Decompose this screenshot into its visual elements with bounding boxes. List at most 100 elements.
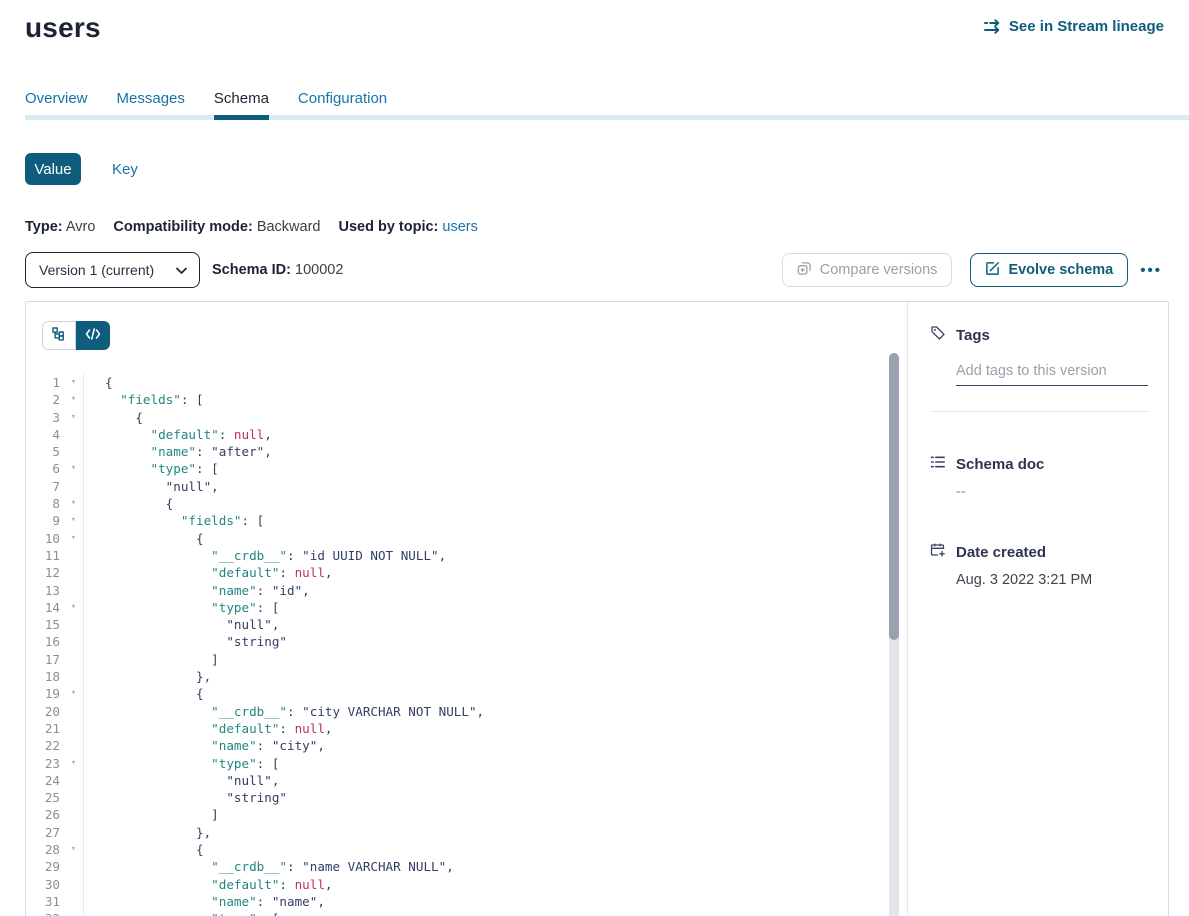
fold-toggle-icon[interactable]: ▾ [64,530,83,547]
code-line: 27 }, [26,824,907,841]
line-number: 2 [26,391,64,408]
code-editor: 1▾{2▾ "fields": [3▾ {4 "default": null,5… [26,374,907,916]
code-line-text: { [84,685,204,702]
code-line: 31 "name": "name", [26,893,907,910]
line-number: 17 [26,651,64,668]
tab-overview[interactable]: Overview [25,90,88,120]
line-number: 14 [26,599,64,616]
code-line: 9▾ "fields": [ [26,512,907,529]
code-line-text: ] [84,806,219,823]
code-line: 29 "__crdb__": "name VARCHAR NULL", [26,858,907,875]
line-number: 20 [26,703,64,720]
code-line-text: "string" [84,789,287,806]
line-number: 6 [26,460,64,477]
line-number: 16 [26,633,64,650]
fold-toggle-icon[interactable]: ▾ [64,685,83,702]
code-line-text: "null", [84,772,279,789]
fold-spacer [64,720,83,737]
fold-toggle-icon[interactable]: ▾ [64,512,83,529]
fold-toggle-icon[interactable]: ▾ [64,755,83,772]
line-number: 25 [26,789,64,806]
evolve-schema-button[interactable]: Evolve schema [970,253,1128,287]
line-number: 15 [26,616,64,633]
fold-toggle-icon[interactable]: ▾ [64,495,83,512]
version-select[interactable]: Version 1 (current) [25,252,200,288]
code-line-text: "null", [84,478,219,495]
code-line: 2▾ "fields": [ [26,391,907,408]
tab-schema[interactable]: Schema [214,90,269,120]
fold-spacer [64,772,83,789]
value-toggle-button[interactable]: Value [25,153,81,185]
tab-configuration[interactable]: Configuration [298,90,387,120]
code-line-text: { [84,374,113,391]
compare-versions-icon [797,261,812,280]
line-number: 1 [26,374,64,391]
code-line-text: "type": [ [84,599,279,616]
code-line-text: "name": "name", [84,893,325,910]
meta-compatibility: Compatibility mode: Backward [113,219,320,235]
scrollbar-track[interactable] [889,353,899,916]
code-line: 22 "name": "city", [26,737,907,754]
fold-spacer [64,564,83,581]
fold-toggle-icon[interactable]: ▾ [64,391,83,408]
scrollbar-thumb[interactable] [889,353,899,640]
line-number: 22 [26,737,64,754]
fold-spacer [64,893,83,910]
code-view-button[interactable] [76,321,110,350]
fold-spacer [64,824,83,841]
code-line-text: }, [84,668,211,685]
tree-view-button[interactable] [42,321,76,350]
code-line-text: { [84,530,204,547]
topic-users-link[interactable]: users [442,219,477,235]
code-line: 16 "string" [26,633,907,650]
fold-toggle-icon[interactable]: ▾ [64,460,83,477]
fold-toggle-icon[interactable]: ▾ [64,910,83,916]
list-icon [930,454,946,475]
compare-versions-button[interactable]: Compare versions [782,253,953,287]
line-number: 29 [26,858,64,875]
date-created-title: Date created [956,544,1046,561]
more-actions-button[interactable]: ••• [1138,256,1164,285]
code-line-text: "type": [ [84,460,219,477]
code-line: 14▾ "type": [ [26,599,907,616]
tab-messages[interactable]: Messages [117,90,185,120]
line-number: 32 [26,910,64,916]
meta-topic: Used by topic: users [338,219,477,235]
add-tags-input[interactable] [956,360,1148,386]
sidebar-divider [930,411,1148,412]
stream-lineage-link[interactable]: See in Stream lineage [984,18,1164,35]
editor-view-toggle [42,321,110,350]
code-line: 26 ] [26,806,907,823]
fold-spacer [64,582,83,599]
fold-toggle-icon[interactable]: ▾ [64,374,83,391]
fold-toggle-icon[interactable]: ▾ [64,841,83,858]
fold-spacer [64,789,83,806]
code-line: 6▾ "type": [ [26,460,907,477]
key-toggle-link[interactable]: Key [112,161,138,178]
code-line: 8▾ { [26,495,907,512]
code-line-text: "__crdb__": "id UUID NOT NULL", [84,547,446,564]
line-number: 28 [26,841,64,858]
line-number: 3 [26,409,64,426]
fold-toggle-icon[interactable]: ▾ [64,599,83,616]
code-line-text: }, [84,824,211,841]
code-line: 4 "default": null, [26,426,907,443]
code-line-text: "default": null, [84,720,333,737]
code-line-text: ] [84,651,219,668]
schema-meta: Type: Avro Compatibility mode: Backward … [25,219,1164,235]
topic-tabs: Overview Messages Schema Configuration [25,90,1164,120]
line-number: 21 [26,720,64,737]
meta-type: Type: Avro [25,219,95,235]
schema-page: users See in Stream lineage Overview Mes… [0,0,1189,916]
fold-spacer [64,478,83,495]
value-key-toggle: Value Key [25,153,1164,185]
tags-section: Tags [930,325,1148,412]
line-number: 31 [26,893,64,910]
fold-spacer [64,737,83,754]
fold-spacer [64,858,83,875]
fold-spacer [64,668,83,685]
code-line-text: { [84,495,173,512]
fold-toggle-icon[interactable]: ▾ [64,409,83,426]
line-number: 27 [26,824,64,841]
code-line-text: { [84,409,143,426]
